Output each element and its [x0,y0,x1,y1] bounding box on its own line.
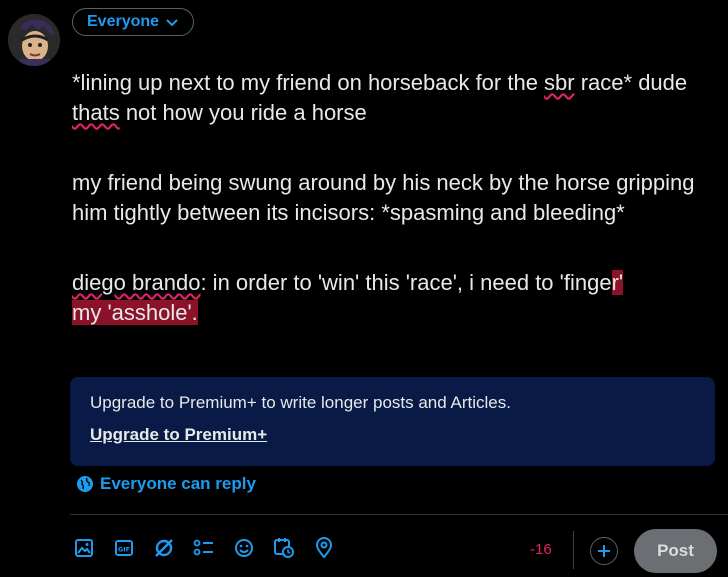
premium-upsell-banner: Upgrade to Premium+ to write longer post… [70,377,715,466]
compose-paragraph-3: diego brando: in order to 'win' this 'ra… [72,268,722,328]
reply-setting-button[interactable]: Everyone can reply [76,474,256,494]
schedule-icon[interactable] [272,536,296,560]
compose-paragraph-1: *lining up next to my friend on horsebac… [72,68,722,128]
emoji-icon[interactable] [232,536,256,560]
location-icon[interactable] [312,536,336,560]
audience-selector[interactable]: Everyone [72,8,195,36]
misspelled-word[interactable]: thats [72,100,120,125]
text-run: race* dude [574,70,688,95]
upsell-text: Upgrade to Premium+ to write longer post… [90,393,511,412]
misspelled-word[interactable]: sbr [544,70,575,95]
misspelled-word[interactable]: diego brando [72,270,200,295]
image-icon[interactable] [72,536,96,560]
compose-toolbar: GIF [72,536,336,560]
svg-text:GIF: GIF [118,546,130,554]
text-run: : in order to 'win' this 'race', i need … [200,270,612,295]
over-limit-text: r' [611,270,624,295]
post-button[interactable]: Post [634,529,717,573]
reply-setting-label: Everyone can reply [100,474,256,493]
upgrade-link[interactable]: Upgrade to Premium+ [90,425,267,445]
divider [573,531,574,569]
plus-icon [598,545,610,557]
globe-icon [77,476,93,492]
compose-paragraph-2: my friend being swung around by his neck… [72,170,695,225]
audience-label: Everyone [87,13,160,30]
character-counter: -16 [530,541,552,558]
chevron-down-icon [166,19,178,27]
add-post-button[interactable] [590,537,618,565]
text-run: not how you ride a horse [119,100,367,125]
grok-icon[interactable] [152,536,176,560]
poll-icon[interactable] [192,536,216,560]
compose-text-area[interactable]: *lining up next to my friend on horsebac… [72,68,722,368]
avatar[interactable] [8,14,60,66]
gif-icon[interactable]: GIF [112,536,136,560]
over-limit-text: my 'asshole'. [72,300,198,325]
divider [70,514,728,515]
text-run: *lining up next to my friend on horsebac… [72,70,545,95]
